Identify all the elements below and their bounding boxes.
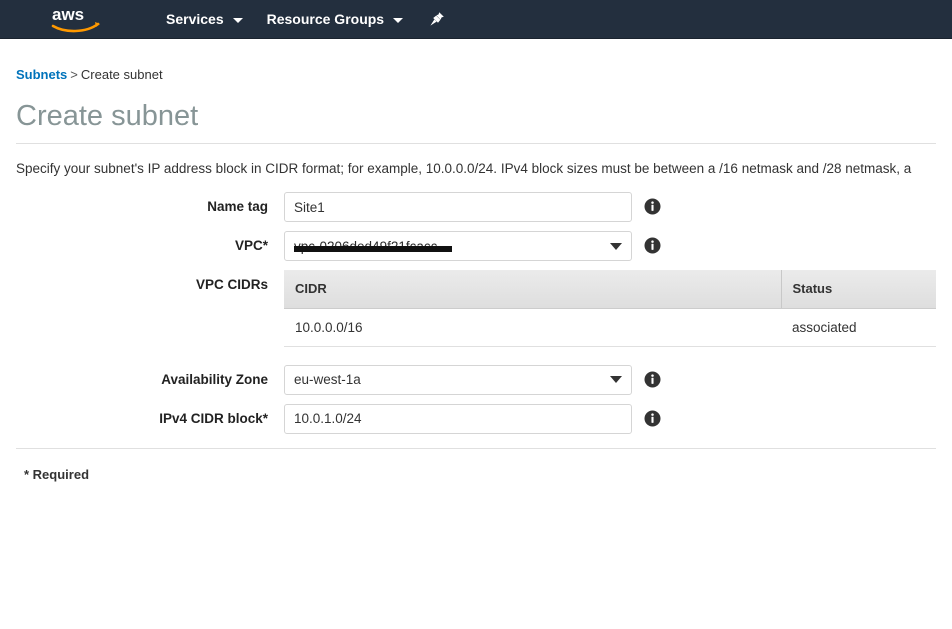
nav-resource-groups-label: Resource Groups	[266, 11, 385, 27]
page-title: Create subnet	[16, 100, 199, 132]
info-icon[interactable]	[644, 410, 661, 427]
info-icon[interactable]	[644, 198, 661, 215]
nav-services-label: Services	[166, 11, 224, 27]
availability-zone-value: eu-west-1a	[294, 372, 361, 387]
table-row: 10.0.0.0/16 associated	[284, 308, 936, 347]
table-header-row: CIDR Status	[284, 270, 936, 309]
nav-resource-groups-menu[interactable]: Resource Groups	[266, 0, 404, 38]
control-ipv4-cidr-block	[284, 403, 632, 434]
vpc-cidrs-table: CIDR Status 10.0.0.0/16 associated	[284, 270, 936, 347]
info-icon[interactable]	[644, 371, 661, 388]
cell-cidr: 10.0.0.0/16	[284, 308, 781, 347]
top-navbar: aws Services Resource Groups	[0, 0, 952, 39]
required-note: * Required	[24, 466, 90, 482]
title-divider	[16, 143, 936, 144]
column-header-cidr: CIDR	[284, 270, 781, 309]
control-availability-zone: eu-west-1a	[284, 364, 632, 395]
cell-status: associated	[781, 308, 936, 347]
page-content: Subnets > Create subnet Create subnet Spec…	[0, 67, 952, 482]
chevron-down-icon	[610, 376, 622, 383]
nav-services-menu[interactable]: Services	[166, 0, 243, 38]
label-name-tag: Name tag	[207, 199, 268, 214]
page-description: Specify your subnet's IP address block i…	[16, 161, 912, 176]
label-vpc: VPC*	[234, 238, 268, 253]
form-row-vpc-cidrs: VPC CIDRs CIDR Status 10.0.0.0/16 associ…	[16, 270, 936, 347]
breadcrumb: Subnets > Create subnet	[16, 67, 936, 83]
form-row-ipv4-cidr-block: IPv4 CIDR block*	[16, 403, 936, 434]
breadcrumb-current: Create subnet	[80, 67, 163, 82]
form-row-availability-zone: Availability Zone eu-west-1a	[16, 364, 936, 395]
form-row-vpc: VPC* vpc-0206ded49f21fcacc	[16, 231, 936, 261]
control-name-tag	[284, 192, 632, 222]
breadcrumb-separator: >	[70, 67, 78, 82]
create-subnet-form: Name tag VPC* vpc-0206ded49f21fcacc	[16, 192, 936, 434]
label-ipv4-cidr-block: IPv4 CIDR block*	[159, 410, 268, 426]
chevron-down-icon	[610, 242, 622, 250]
vpc-select-value: vpc-0206ded49f21fcacc	[294, 239, 604, 254]
ipv4-cidr-block-input[interactable]	[284, 403, 632, 434]
svg-text:aws: aws	[52, 5, 84, 24]
aws-logo[interactable]: aws	[48, 4, 106, 34]
footer-divider	[16, 447, 936, 449]
form-row-name-tag: Name tag	[16, 192, 936, 222]
pin-icon[interactable]	[429, 0, 445, 38]
chevron-down-icon	[232, 17, 243, 23]
breadcrumb-link-subnets[interactable]: Subnets	[16, 67, 67, 82]
name-tag-input[interactable]	[284, 192, 632, 222]
availability-zone-select[interactable]: eu-west-1a	[284, 364, 632, 395]
control-vpc: vpc-0206ded49f21fcacc	[284, 231, 632, 261]
label-availability-zone: Availability Zone	[161, 371, 268, 387]
vpc-cidrs-table-wrap: CIDR Status 10.0.0.0/16 associated	[284, 270, 936, 347]
column-header-status: Status	[780, 270, 936, 309]
info-icon[interactable]	[644, 237, 661, 254]
chevron-down-icon	[393, 17, 404, 23]
label-vpc-cidrs: VPC CIDRs	[195, 277, 268, 292]
vpc-select[interactable]: vpc-0206ded49f21fcacc	[284, 231, 632, 261]
